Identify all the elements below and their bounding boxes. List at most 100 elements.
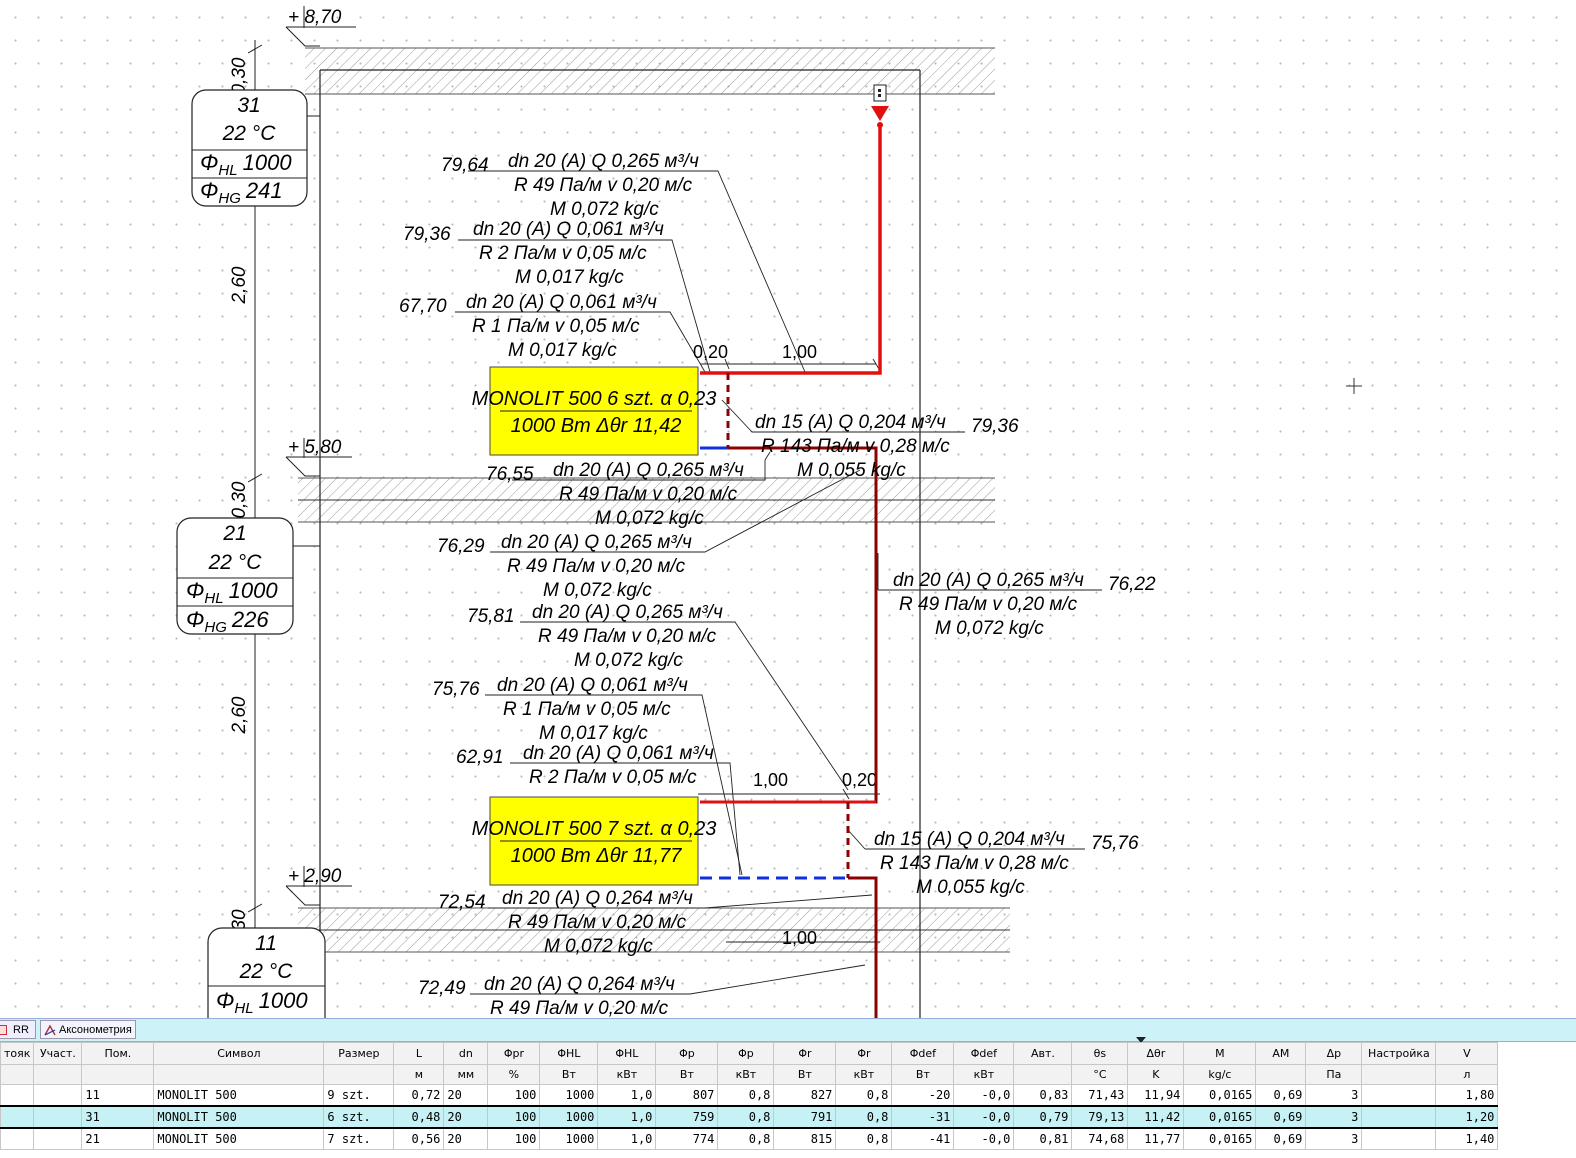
column-header[interactable]: dn xyxy=(443,1042,489,1065)
table-cell[interactable]: 3 xyxy=(1305,1127,1363,1150)
column-header[interactable]: Φdef xyxy=(891,1042,955,1065)
table-cell[interactable]: 0,0165 xyxy=(1183,1084,1257,1107)
table-cell[interactable]: 815 xyxy=(773,1127,837,1150)
column-header[interactable]: Φr xyxy=(835,1042,893,1065)
table-cell[interactable]: 71,43 xyxy=(1071,1084,1129,1107)
table-cell[interactable]: 6 szt. xyxy=(323,1105,395,1129)
table-cell[interactable]: 0,8 xyxy=(835,1105,893,1129)
table-cell[interactable]: 3 xyxy=(1305,1105,1363,1129)
table-cell[interactable]: 0,72 xyxy=(393,1084,445,1107)
table-cell[interactable] xyxy=(1361,1105,1437,1129)
table-cell[interactable]: 0,0165 xyxy=(1183,1127,1257,1150)
table-cell[interactable]: 100 xyxy=(487,1127,541,1150)
table-cell[interactable] xyxy=(1361,1084,1437,1107)
pipe-label[interactable]: 79,64 dn 20 (A) Q 0,265 м³/ч R 49 Па/м v 0… xyxy=(441,151,699,220)
pipe-label[interactable]: 72,49 dn 20 (A) Q 0,264 м³/ч R 49 Па/м v 0… xyxy=(418,974,675,1018)
table-cell[interactable] xyxy=(1361,1127,1437,1150)
table-cell[interactable]: 11,42 xyxy=(1127,1105,1185,1129)
table-cell[interactable]: 0,8 xyxy=(717,1084,775,1107)
room-box[interactable]: 11 22 °C ΦHL 1000 xyxy=(207,927,326,1018)
table-cell[interactable] xyxy=(0,1084,35,1107)
column-header[interactable]: Размер xyxy=(323,1042,395,1065)
pipe-label[interactable]: 75,76 dn 20 (A) Q 0,061 м³/ч R 1 Па/м v 0,… xyxy=(432,675,688,744)
pipe-label[interactable]: 79,36 dn 15 (A) Q 0,204 м³/ч R 143 Па/м v … xyxy=(755,412,1019,481)
table-cell[interactable]: 74,68 xyxy=(1071,1127,1129,1150)
table-cell[interactable] xyxy=(33,1105,83,1129)
radiator[interactable]: MONOLIT 500 6 szt. α 0,23 1000 Вт Δθr 11… xyxy=(472,366,717,456)
table-cell[interactable] xyxy=(33,1127,83,1150)
column-header[interactable]: Участ. xyxy=(33,1042,83,1065)
table-cell[interactable]: 759 xyxy=(655,1105,719,1129)
table-row[interactable]: 21 MONOLIT 500 7 szt. 0,56 20 100 1000 1,0 774 0,… xyxy=(0,1127,1499,1150)
table-cell[interactable]: 0,83 xyxy=(1013,1084,1073,1107)
table-cell[interactable]: -20 xyxy=(891,1084,955,1107)
table-cell[interactable]: 21 xyxy=(81,1127,155,1150)
table-cell[interactable]: 0,8 xyxy=(717,1127,775,1150)
table-cell[interactable]: 0,0165 xyxy=(1183,1105,1257,1129)
column-header[interactable]: Φdef xyxy=(953,1042,1015,1065)
table-cell[interactable]: -41 xyxy=(891,1127,955,1150)
column-header[interactable]: Символ xyxy=(153,1042,325,1065)
table-cell[interactable]: 9 szt. xyxy=(323,1084,395,1107)
valve-icon[interactable] xyxy=(871,84,889,128)
table-cell[interactable]: MONOLIT 500 xyxy=(153,1127,325,1150)
table-cell[interactable]: 11 xyxy=(81,1084,155,1107)
table-cell[interactable]: 0,48 xyxy=(393,1105,445,1129)
pipe-label[interactable]: 79,36 dn 20 (A) Q 0,061 м³/ч R 2 Па/м v 0,… xyxy=(403,219,664,288)
table-cell[interactable]: -0,0 xyxy=(953,1127,1015,1150)
table-cell[interactable]: 0,79 xyxy=(1013,1105,1073,1129)
table-cell[interactable]: 79,13 xyxy=(1071,1105,1129,1129)
column-header[interactable]: Авт. xyxy=(1013,1042,1073,1065)
table-cell[interactable]: MONOLIT 500 xyxy=(153,1084,325,1107)
drawing-canvas[interactable]: 0,30 2,60 0,30 2,60 30 + 8,70 + 5,80 + 2… xyxy=(0,0,1576,1018)
table-cell[interactable]: 827 xyxy=(773,1084,837,1107)
table-cell[interactable] xyxy=(0,1127,35,1150)
table-cell[interactable]: 11,77 xyxy=(1127,1127,1185,1150)
table-cell[interactable]: 791 xyxy=(773,1105,837,1129)
table-row[interactable]: 11 MONOLIT 500 9 szt. 0,72 20 100 1000 1,0 807 0,… xyxy=(0,1084,1499,1107)
table-cell[interactable]: 1000 xyxy=(539,1105,599,1129)
column-header[interactable]: ΦHL xyxy=(539,1042,599,1065)
pipe-label[interactable]: 75,76 dn 15 (A) Q 0,204 м³/ч R 143 Па/м v … xyxy=(874,829,1139,898)
column-header[interactable]: θs xyxy=(1071,1042,1129,1065)
table-cell[interactable]: 1,20 xyxy=(1435,1105,1499,1129)
table-cell[interactable]: 0,56 xyxy=(393,1127,445,1150)
column-header[interactable]: Φp xyxy=(655,1042,719,1065)
table-cell[interactable]: -0,0 xyxy=(953,1084,1015,1107)
table-cell[interactable] xyxy=(0,1105,35,1129)
column-header[interactable]: ΦHL xyxy=(597,1042,657,1065)
table-cell[interactable]: 1,0 xyxy=(597,1127,657,1150)
table-cell[interactable]: 774 xyxy=(655,1127,719,1150)
table-cell[interactable]: 11,94 xyxy=(1127,1084,1185,1107)
tab-axonometry[interactable]: Аксонометрия xyxy=(40,1020,136,1039)
table-cell[interactable]: 3 xyxy=(1305,1084,1363,1107)
table-cell[interactable]: 100 xyxy=(487,1084,541,1107)
table-cell[interactable]: 0,8 xyxy=(835,1084,893,1107)
column-header[interactable]: Φpr xyxy=(487,1042,541,1065)
pipe-label[interactable]: 62,91 dn 20 (A) Q 0,061 м³/ч R 2 Па/м v 0,… xyxy=(456,743,714,788)
table-cell[interactable]: 31 xyxy=(81,1105,155,1129)
table-cell[interactable]: 100 xyxy=(487,1105,541,1129)
table-cell[interactable]: 1000 xyxy=(539,1084,599,1107)
pipe-label[interactable]: 76,22 dn 20 (A) Q 0,265 м³/ч R 49 Па/м v 0… xyxy=(893,570,1156,639)
room-box[interactable]: 31 22 °C ΦHL 1000 ΦHG 241 xyxy=(191,89,320,207)
table-cell[interactable]: 0,69 xyxy=(1255,1127,1307,1150)
table-cell[interactable]: -31 xyxy=(891,1105,955,1129)
column-header[interactable]: Пом. xyxy=(81,1042,155,1065)
table-cell[interactable]: 20 xyxy=(443,1084,489,1107)
table-cell[interactable]: 1,80 xyxy=(1435,1084,1499,1107)
table-cell[interactable]: 0,8 xyxy=(717,1105,775,1129)
table-cell[interactable] xyxy=(33,1084,83,1107)
pipe-label[interactable]: 75,81 dn 20 (A) Q 0,265 м³/ч R 49 Па/м v 0… xyxy=(467,602,723,671)
radiator[interactable]: MONOLIT 500 7 szt. α 0,23 1000 Вт Δθr 11… xyxy=(472,796,717,886)
column-header[interactable]: Δθr xyxy=(1127,1042,1185,1065)
table-cell[interactable]: 0,8 xyxy=(835,1127,893,1150)
column-header[interactable]: M xyxy=(1183,1042,1257,1065)
table-cell[interactable]: 0,81 xyxy=(1013,1127,1073,1150)
pipe-label[interactable]: 76,29 dn 20 (A) Q 0,265 м³/ч R 49 Па/м v 0… xyxy=(437,532,692,601)
table-cell[interactable]: 20 xyxy=(443,1105,489,1129)
table-cell[interactable]: 0,69 xyxy=(1255,1084,1307,1107)
table-cell[interactable]: -0,0 xyxy=(953,1105,1015,1129)
tab-rr1[interactable]: RR 1 xyxy=(0,1020,36,1055)
table-row[interactable]: 31 MONOLIT 500 6 szt. 0,48 20 100 1000 1,0 759 0,… xyxy=(0,1105,1499,1129)
